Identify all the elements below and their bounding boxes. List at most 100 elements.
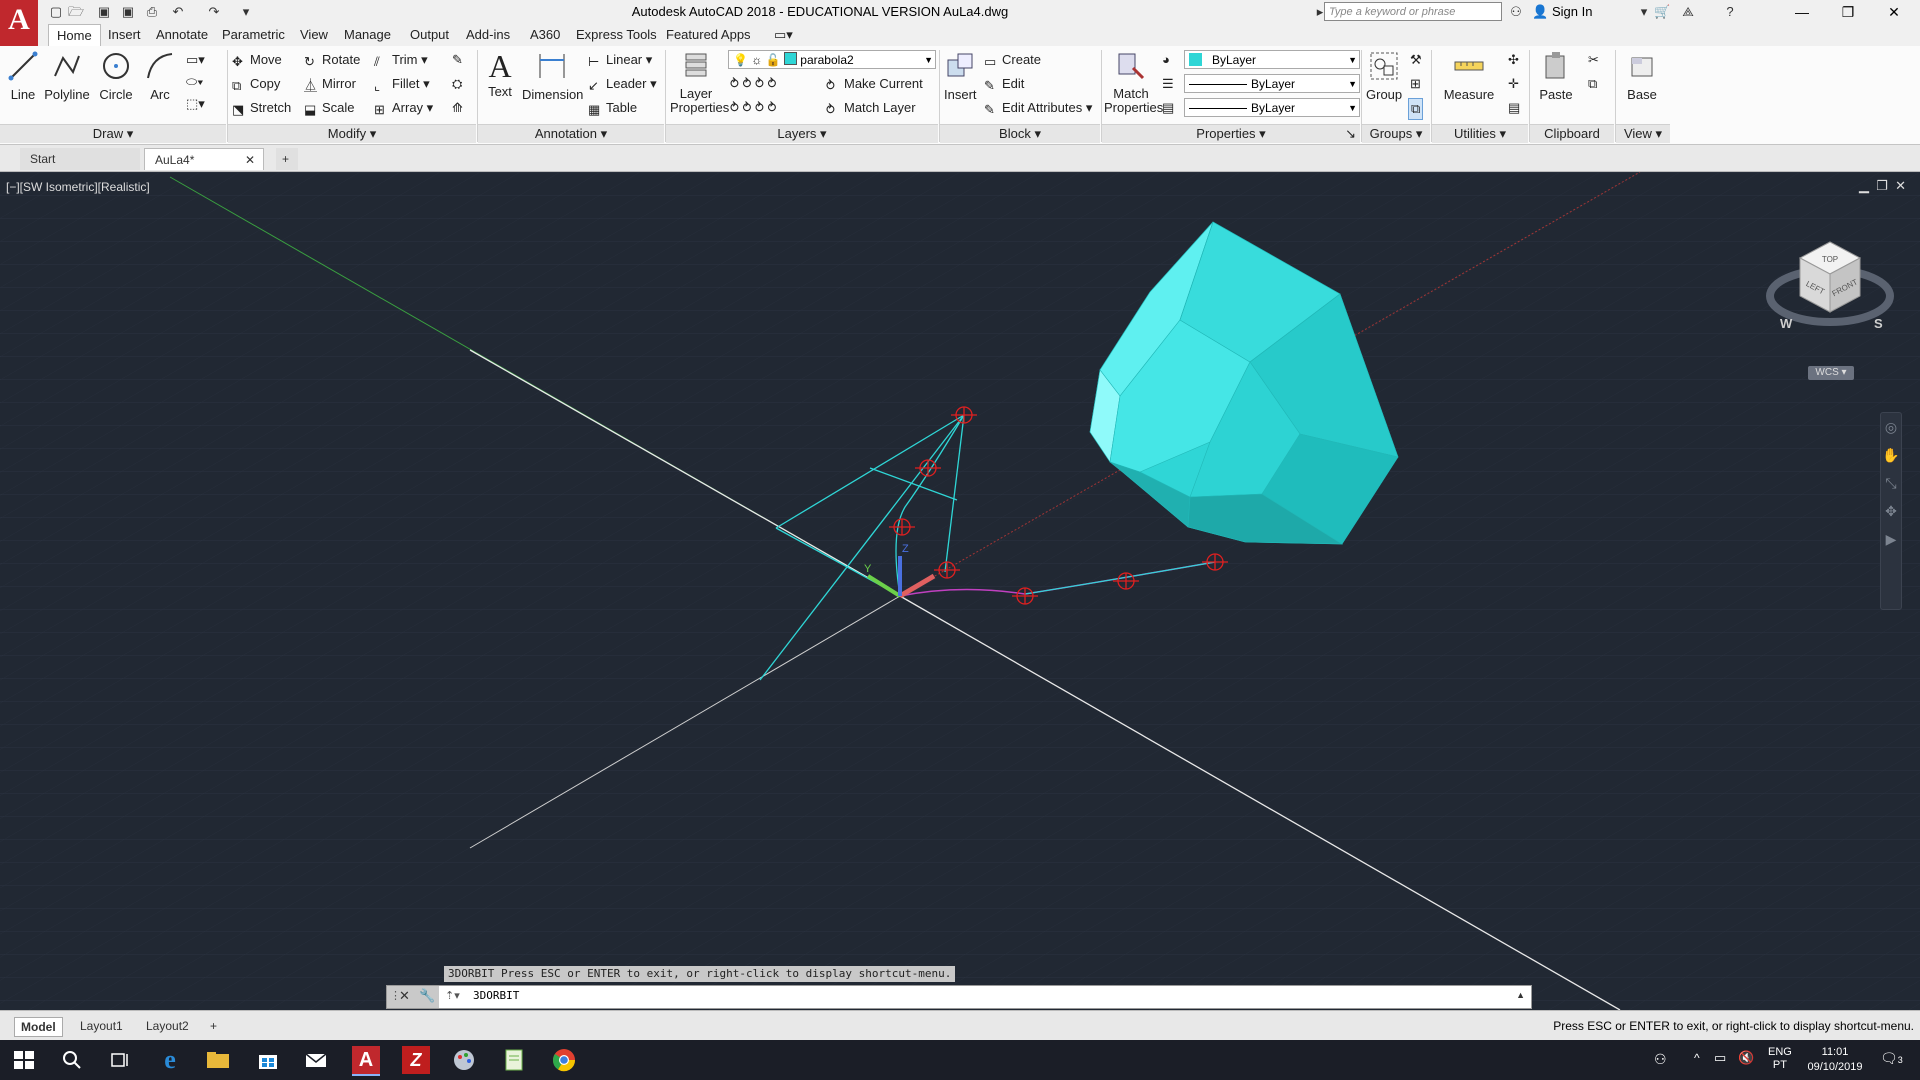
tab-annotate[interactable]: Annotate	[148, 24, 216, 46]
clock[interactable]: 11:01 09/10/2019	[1800, 1045, 1870, 1075]
save-icon[interactable]: ▣	[96, 4, 112, 19]
people-icon[interactable]: ⚇	[1654, 1051, 1667, 1068]
tab-manage[interactable]: Manage	[336, 24, 399, 46]
tab-add-ins[interactable]: Add-ins	[458, 24, 518, 46]
store-icon[interactable]	[254, 1046, 282, 1074]
tab-model[interactable]: Model	[14, 1017, 63, 1037]
color-dropdown[interactable]: ByLayer ▼	[1184, 50, 1360, 69]
layer-tools-row-1[interactable]: ⥁ ⥁ ⥁ ⥁	[730, 74, 776, 94]
lineweight-dropdown[interactable]: ByLayer ▼	[1184, 98, 1360, 117]
text-button[interactable]: A Text	[482, 50, 518, 99]
scale-button[interactable]: ⬓ Scale	[304, 98, 355, 118]
hatch-icon[interactable]: ⬭▾	[186, 72, 203, 92]
copy-clip-icon[interactable]: ⧉	[1588, 74, 1597, 94]
customize-icon[interactable]: 🔧	[419, 988, 435, 1004]
viewport-close-icon[interactable]: ✕	[1895, 178, 1906, 193]
utilities-panel-footer[interactable]: Utilities ▾	[1432, 124, 1528, 143]
new-file-icon[interactable]: ▢	[48, 4, 64, 19]
mirror-button[interactable]: ⏅ Mirror	[304, 74, 356, 94]
recent-commands-icon[interactable]: ⇡▾	[445, 989, 460, 1002]
windows-start-icon[interactable]	[10, 1046, 38, 1074]
layer-tools-row-2[interactable]: ⥁ ⥁ ⥁ ⥁	[730, 98, 776, 118]
tray-chevron-icon[interactable]: ^	[1694, 1051, 1700, 1065]
arc-button[interactable]: Arc	[144, 50, 176, 102]
edge-browser-icon[interactable]: e	[156, 1046, 184, 1074]
search-icon[interactable]	[58, 1046, 86, 1074]
binoculars-icon[interactable]: ⚇	[1508, 4, 1524, 19]
rotate-button[interactable]: ↻ Rotate	[304, 50, 360, 70]
tab-layout2[interactable]: Layout2	[140, 1017, 195, 1035]
move-button[interactable]: ✥ Move	[232, 50, 282, 70]
tab-a360[interactable]: A360	[522, 24, 568, 46]
close-window-button[interactable]: ✕	[1872, 0, 1916, 24]
steering-wheel-icon[interactable]: ◎	[1881, 413, 1901, 441]
autocad-taskbar-icon[interactable]: A	[352, 1046, 380, 1076]
model-space-canvas[interactable]: Y Z	[0, 172, 1920, 1010]
properties-panel-footer[interactable]: Properties ▾ ↘	[1102, 124, 1360, 143]
restore-button[interactable]: ❐	[1826, 0, 1870, 24]
minimize-button[interactable]: —	[1780, 0, 1824, 24]
clipboard-panel-footer[interactable]: Clipboard	[1530, 124, 1614, 143]
boundary-icon[interactable]: ⬚▾	[186, 94, 205, 114]
wcs-menu[interactable]: WCS ▾	[1808, 366, 1854, 380]
tab-parametric[interactable]: Parametric	[214, 24, 293, 46]
redo-icon[interactable]: ↷	[206, 4, 222, 19]
create-block-button[interactable]: ▭ Create	[984, 50, 1041, 70]
ribbon-options-icon[interactable]: ▭▾	[766, 24, 801, 46]
layer-properties-button[interactable]: Layer Properties	[670, 50, 729, 115]
tab-home[interactable]: Home	[48, 24, 101, 46]
notifications-icon[interactable]: 🗨3	[1880, 1050, 1903, 1067]
offset-icon[interactable]: ⟰	[452, 98, 463, 118]
rectangle-icon[interactable]: ▭▾	[186, 50, 205, 70]
insert-button[interactable]: Insert	[944, 50, 977, 102]
tab-drawing-aula4[interactable]: AuLa4* ✕	[144, 148, 264, 170]
drawing-viewport[interactable]: Y Z [−][SW Isometric][Realistic] ▁ ❐ ✕ T…	[0, 172, 1920, 1010]
tab-express-tools[interactable]: Express Tools	[568, 24, 665, 46]
explode-icon[interactable]: ⛭	[452, 74, 462, 94]
tab-view[interactable]: View	[292, 24, 336, 46]
showmotion-icon[interactable]: ▶	[1881, 525, 1901, 553]
command-input[interactable]: 3DORBIT	[473, 989, 519, 1002]
task-view-icon[interactable]	[106, 1046, 134, 1074]
match-layer-button[interactable]: ⥁ Match Layer	[826, 98, 916, 118]
table-button[interactable]: ▦ Table	[588, 98, 637, 118]
sign-in-button[interactable]: Sign In	[1552, 4, 1592, 19]
signin-dropdown-icon[interactable]: ▾	[1636, 4, 1652, 19]
array-button[interactable]: ⊞ Array ▾	[374, 98, 433, 118]
qat-menu-icon[interactable]: ▾	[238, 4, 254, 19]
orbit-icon[interactable]: ✥	[1881, 497, 1901, 525]
copy-button[interactable]: ⧉ Copy	[232, 74, 280, 94]
viewport-controls-label[interactable]: [−][SW Isometric][Realistic]	[6, 180, 150, 194]
mail-icon[interactable]	[302, 1046, 330, 1074]
zoom-extents-icon[interactable]: ⤡	[1881, 469, 1901, 497]
cut-icon[interactable]: ✂	[1588, 50, 1599, 70]
polyline-button[interactable]: Polyline	[44, 50, 90, 102]
modify-panel-footer[interactable]: Modify ▾	[228, 124, 476, 143]
layer-dropdown[interactable]: 💡 ☼ 🔓 parabola2 ▼	[728, 50, 936, 69]
paint-icon[interactable]	[450, 1046, 478, 1074]
tab-start[interactable]: Start	[20, 148, 140, 170]
layers-panel-footer[interactable]: Layers ▾	[666, 124, 938, 143]
autocad-logo[interactable]: A	[0, 0, 38, 46]
groups-panel-footer[interactable]: Groups ▾	[1362, 124, 1430, 143]
file-explorer-icon[interactable]	[204, 1046, 232, 1074]
volume-icon[interactable]: 🔇	[1738, 1050, 1754, 1066]
ungroup-icon[interactable]: ⚒	[1410, 50, 1422, 70]
calculator-icon[interactable]: ▤	[1508, 98, 1520, 118]
linetype-icon[interactable]: ☰	[1162, 74, 1174, 94]
open-file-icon[interactable]: 🗁	[68, 4, 84, 19]
add-layout-button[interactable]: +	[204, 1017, 223, 1035]
group-select-icon[interactable]: ⧉	[1408, 98, 1424, 120]
exchange-icon[interactable]: ⟁	[1680, 4, 1696, 19]
pan-icon[interactable]: ✋	[1881, 441, 1901, 469]
edit-block-button[interactable]: ✎ Edit	[984, 74, 1024, 94]
viewport-restore-icon[interactable]: ❐	[1876, 178, 1888, 193]
color-wheel-icon[interactable]: ◕	[1162, 50, 1170, 70]
fillet-button[interactable]: ⌞ Fillet ▾	[374, 74, 430, 94]
block-panel-footer[interactable]: Block ▾	[940, 124, 1100, 143]
dimension-button[interactable]: Dimension	[522, 50, 583, 102]
network-icon[interactable]: ▭	[1714, 1050, 1726, 1066]
make-current-button[interactable]: ⥁ Make Current	[826, 74, 923, 94]
notepad-icon[interactable]	[500, 1046, 528, 1074]
tab-output[interactable]: Output	[402, 24, 457, 46]
